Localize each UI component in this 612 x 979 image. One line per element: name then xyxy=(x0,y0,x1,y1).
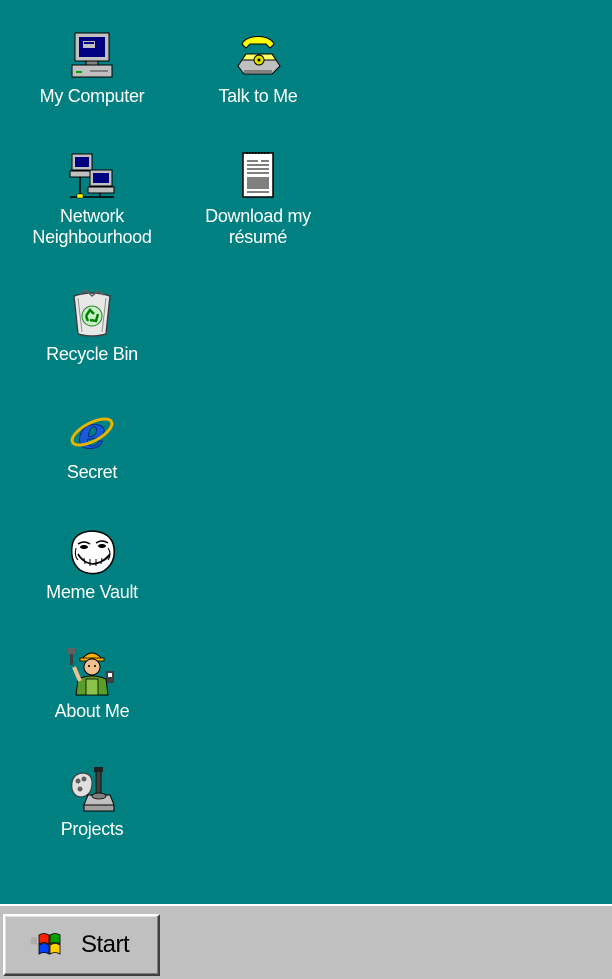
desktop-icon-projects[interactable]: Projects xyxy=(22,763,162,840)
desktop-icon-about-me[interactable]: About Me xyxy=(22,645,162,722)
network-icon xyxy=(69,153,115,199)
desktop-icon-my-computer[interactable]: My Computer xyxy=(22,30,162,107)
desktop-icon-talk-to-me[interactable]: Talk to Me xyxy=(188,30,328,107)
taskbar: Start xyxy=(0,904,612,979)
desktop-icon-label: Meme Vault xyxy=(46,582,138,602)
internet-explorer-icon: e xyxy=(70,408,114,458)
recycle-bin-icon xyxy=(73,289,111,337)
windows-logo-icon xyxy=(27,933,61,955)
worker-icon xyxy=(68,648,114,696)
start-button[interactable]: Start xyxy=(3,914,160,976)
desktop-icon-recycle-bin[interactable]: Recycle Bin xyxy=(22,288,162,365)
desktop: My Computer Talk to Me Network Neighbour xyxy=(0,0,612,904)
desktop-icon-label: Secret xyxy=(66,462,118,482)
trollface-icon xyxy=(70,530,115,575)
desktop-icon-label: Recycle Bin xyxy=(46,344,138,364)
desktop-icon-meme-vault[interactable]: Meme Vault xyxy=(22,526,162,603)
desktop-icon-network-neighbourhood[interactable]: Network Neighbourhood xyxy=(22,150,162,248)
joystick-icon xyxy=(71,767,115,812)
computer-icon xyxy=(71,32,113,78)
desktop-icon-label: Network Neighbourhood xyxy=(32,206,152,247)
desktop-icon-label: Projects xyxy=(60,819,124,839)
document-icon xyxy=(242,152,274,198)
desktop-icon-label: Download my résumé xyxy=(205,206,311,247)
desktop-icon-label: About Me xyxy=(54,701,130,721)
desktop-icon-secret[interactable]: e Secret xyxy=(22,406,162,483)
desktop-icon-download-resume[interactable]: Download my résumé xyxy=(188,150,328,248)
telephone-icon xyxy=(237,36,281,75)
svg-text:e: e xyxy=(78,408,106,458)
start-label: Start xyxy=(81,931,130,958)
desktop-icon-label: My Computer xyxy=(39,86,145,106)
desktop-icon-label: Talk to Me xyxy=(218,86,298,106)
